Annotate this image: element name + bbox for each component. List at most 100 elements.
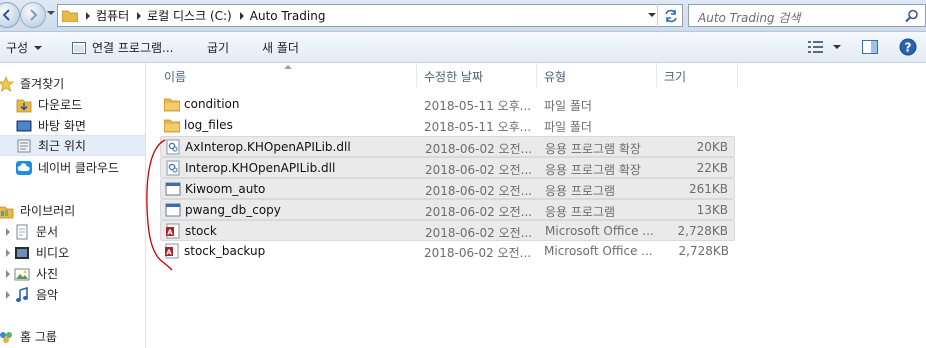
- breadcrumb-auto-trading[interactable]: Auto Trading: [250, 9, 326, 23]
- file-type: 응용 프로그램: [545, 205, 616, 219]
- column-divider[interactable]: [536, 63, 537, 87]
- file-row[interactable]: Interop.KHOpenAPILib.dll 2018-06-02 오전...…: [160, 157, 735, 178]
- search-box[interactable]: Auto Trading 검색: [688, 4, 926, 27]
- svg-text:A: A: [166, 249, 172, 257]
- file-type: 파일 폴더: [544, 99, 592, 113]
- new-folder-label: 새 폴더: [262, 41, 299, 55]
- file-row[interactable]: Astock 2018-06-02 오전... Microsoft Office .…: [160, 220, 735, 241]
- nav-recent-places[interactable]: 최근 위치: [0, 135, 145, 156]
- expand-arrow-icon[interactable]: [6, 269, 10, 278]
- nav-favorites[interactable]: 즐겨찾기: [0, 73, 143, 94]
- command-toolbar: 구성 연결 프로그램... 굽기 새 폴더 ?: [0, 32, 926, 63]
- refresh-button[interactable]: [657, 4, 683, 27]
- nav-homegroup[interactable]: 홈 그룹: [0, 326, 143, 347]
- nav-documents[interactable]: 문서: [6, 221, 151, 242]
- folder-icon: [164, 119, 180, 133]
- nav-music-label: 음악: [36, 288, 59, 302]
- address-input[interactable]: 컴퓨터 로컬 디스크 (C:) Auto Trading: [57, 4, 683, 27]
- file-row[interactable]: Astock_backup 2018-06-02 오전... Microsoft O…: [160, 241, 735, 262]
- nav-videos[interactable]: 비디오: [6, 242, 151, 263]
- view-options-chevron-icon[interactable]: [833, 45, 841, 49]
- back-arrow-icon: [2, 9, 10, 21]
- file-size: 2,728KB: [677, 224, 728, 238]
- file-name[interactable]: condition: [184, 97, 239, 111]
- file-row[interactable]: Kiwoom_auto 2018-06-02 오전... 응용 프로그램 261KB: [160, 178, 735, 199]
- nav-desktop[interactable]: 바탕 화면: [16, 115, 161, 136]
- open-with-button[interactable]: 연결 프로그램...: [72, 39, 174, 56]
- file-name[interactable]: stock: [185, 224, 217, 238]
- change-view-icon[interactable]: [808, 40, 824, 54]
- file-date: 2018-05-11 오후...: [424, 120, 532, 134]
- column-header-name[interactable]: 이름: [164, 68, 186, 85]
- nav-naver-cloud[interactable]: 네이버 클라우드: [16, 157, 161, 178]
- breadcrumb-separator-icon[interactable]: [137, 11, 142, 20]
- nav-recent-label: 최근 위치: [38, 139, 86, 153]
- dll-icon: [166, 139, 180, 155]
- new-folder-button[interactable]: 새 폴더: [262, 39, 299, 56]
- expand-arrow-icon[interactable]: [6, 248, 10, 257]
- preview-pane-icon[interactable]: [862, 40, 878, 54]
- nav-downloads-label: 다운로드: [38, 98, 83, 112]
- nav-downloads[interactable]: 다운로드: [16, 94, 161, 115]
- column-header-type[interactable]: 유형: [544, 68, 566, 85]
- column-divider[interactable]: [737, 63, 738, 87]
- file-row[interactable]: pwang_db_copy 2018-06-02 오전... 응용 프로그램 13KB: [160, 199, 735, 220]
- breadcrumb-computer[interactable]: 컴퓨터: [96, 7, 129, 24]
- file-date: 2018-06-02 오전...: [424, 246, 532, 260]
- file-size: 22KB: [696, 161, 728, 175]
- organize-button[interactable]: 구성: [6, 39, 43, 56]
- libraries-icon: [0, 206, 14, 218]
- documents-icon: [16, 224, 28, 239]
- chevron-down-icon: [34, 45, 43, 50]
- back-button[interactable]: [0, 2, 20, 28]
- forward-button[interactable]: [20, 2, 46, 28]
- expand-arrow-icon[interactable]: [6, 290, 10, 299]
- column-header-date[interactable]: 수정한 날짜: [424, 68, 483, 85]
- nav-desktop-label: 바탕 화면: [38, 119, 86, 133]
- breadcrumb-separator-icon[interactable]: [86, 11, 90, 20]
- file-name[interactable]: AxInterop.KHOpenAPILib.dll: [185, 140, 351, 154]
- organize-label: 구성: [6, 41, 29, 55]
- access-db-icon: A: [165, 243, 179, 259]
- address-history-dropdown-icon[interactable]: [648, 13, 656, 17]
- column-header-size[interactable]: 크기: [664, 68, 686, 85]
- breadcrumb-separator-icon[interactable]: [239, 11, 244, 20]
- file-date: 2018-06-02 오전...: [425, 184, 533, 198]
- file-date: 2018-06-02 오전...: [425, 142, 533, 156]
- help-icon[interactable]: ?: [899, 38, 917, 56]
- nav-pictures-label: 사진: [36, 267, 59, 281]
- nav-music[interactable]: 음악: [6, 284, 151, 305]
- sort-ascending-icon: [284, 65, 292, 69]
- file-row[interactable]: AxInterop.KHOpenAPILib.dll 2018-06-02 오전.…: [160, 136, 735, 157]
- file-name[interactable]: Interop.KHOpenAPILib.dll: [185, 161, 335, 175]
- nav-pictures[interactable]: 사진: [6, 263, 151, 284]
- search-placeholder[interactable]: Auto Trading 검색: [698, 9, 800, 26]
- file-name[interactable]: stock_backup: [184, 244, 265, 258]
- open-with-label: 연결 프로그램...: [92, 41, 174, 55]
- exe-icon: [165, 203, 181, 217]
- nav-libraries-label: 라이브러리: [20, 204, 76, 218]
- search-icon[interactable]: [905, 9, 919, 23]
- expand-arrow-icon[interactable]: [6, 227, 10, 236]
- file-date: 2018-05-11 오후...: [424, 99, 532, 113]
- breadcrumb-local-disk[interactable]: 로컬 디스크 (C:): [147, 7, 232, 24]
- file-row[interactable]: log_files 2018-05-11 오후... 파일 폴더: [160, 115, 735, 136]
- file-size: 2,728KB: [678, 244, 729, 258]
- file-name[interactable]: pwang_db_copy: [185, 203, 281, 217]
- pictures-icon: [14, 268, 30, 280]
- burn-button[interactable]: 굽기: [207, 39, 229, 56]
- file-name[interactable]: Kiwoom_auto: [185, 182, 265, 196]
- column-divider[interactable]: [416, 63, 417, 87]
- desktop-icon: [16, 120, 32, 131]
- nav-libraries[interactable]: 라이브러리: [0, 200, 143, 221]
- exe-icon: [165, 182, 181, 196]
- file-type: 응용 프로그램 확장: [545, 142, 641, 156]
- file-type: Microsoft Office ...: [545, 224, 654, 238]
- svg-text:A: A: [167, 229, 173, 237]
- recent-places-icon: [17, 139, 31, 152]
- file-row[interactable]: condition 2018-05-11 오후... 파일 폴더: [160, 94, 735, 115]
- file-name[interactable]: log_files: [184, 118, 233, 132]
- recent-pages-dropdown-icon[interactable]: [47, 11, 55, 15]
- column-divider[interactable]: [656, 63, 657, 87]
- star-icon: [0, 75, 14, 92]
